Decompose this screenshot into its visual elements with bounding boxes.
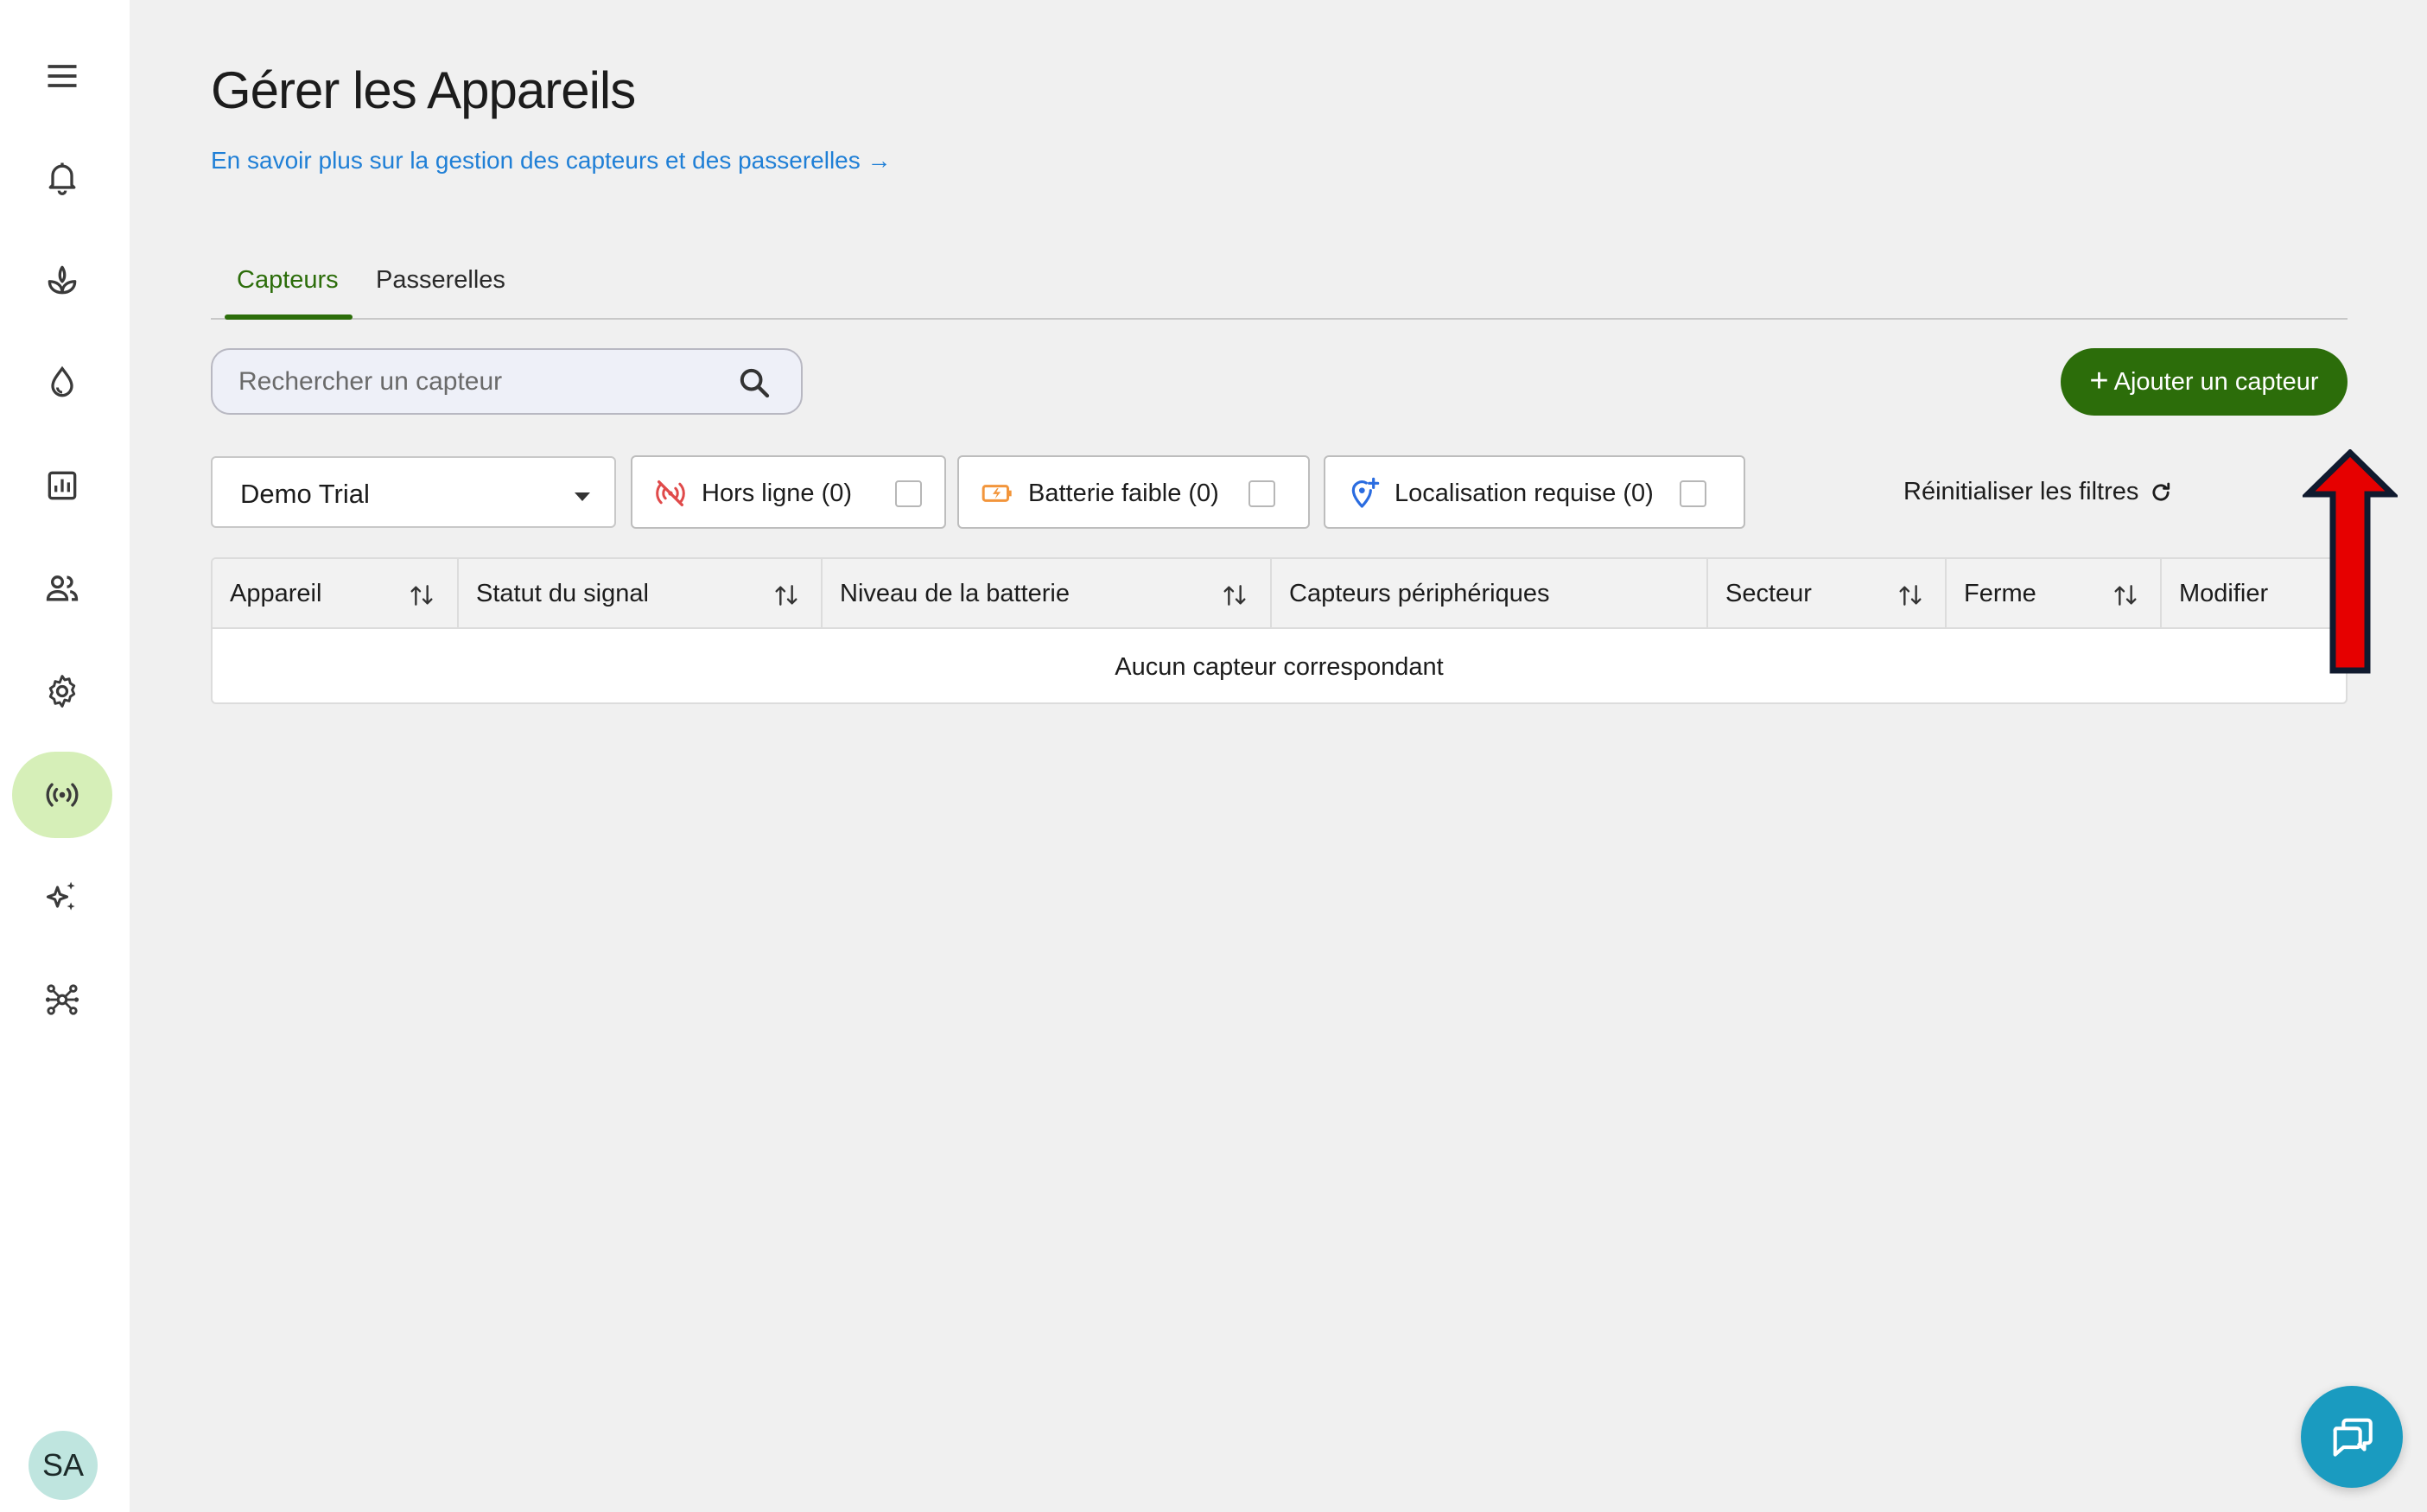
learn-more-link[interactable]: En savoir plus sur la gestion des capteu… (211, 147, 892, 175)
sort-icon[interactable] (2111, 581, 2140, 609)
filter-offline-label: Hors ligne (0) (702, 480, 853, 507)
filter-low-battery-label: Batterie faible (0) (1028, 480, 1219, 507)
page-title: Gérer les Appareils (211, 61, 636, 119)
filter-offline[interactable]: Hors ligne (0) (631, 455, 946, 529)
water-drop-icon (51, 365, 73, 397)
tab-sensors[interactable]: Capteurs (237, 266, 339, 320)
plant-icon (48, 265, 77, 295)
filter-location-required-label: Localisation requise (0) (1395, 480, 1654, 507)
reset-filters-label: Réinitialiser les filtres (1903, 478, 2139, 505)
sidebar: SA (0, 0, 130, 1512)
add-sensor-label: Ajouter un capteur (2113, 367, 2319, 396)
sparkles-icon (46, 881, 75, 911)
sort-icon[interactable] (772, 581, 801, 609)
main-content: Gérer les Appareils En savoir plus sur l… (130, 0, 2427, 1512)
add-sensor-button[interactable]: + Ajouter un capteur (2061, 348, 2348, 416)
signal-off-icon (656, 480, 685, 506)
search-input[interactable] (238, 350, 722, 413)
sidebar-item-crops[interactable] (12, 237, 112, 323)
menu-button[interactable] (12, 33, 112, 119)
sidebar-item-devices[interactable] (12, 752, 112, 838)
column-header-label: Ferme (1964, 580, 2036, 607)
tab-bar: Capteurs Passerelles (211, 251, 2348, 320)
column-header-label: Appareil (230, 580, 322, 607)
users-icon (46, 575, 79, 601)
sidebar-item-reports[interactable] (12, 442, 112, 529)
sidebar-item-ai[interactable] (12, 854, 112, 940)
search-icon[interactable] (737, 365, 772, 400)
column-header-label: Modifier (2179, 580, 2269, 607)
reset-filters-button[interactable]: Réinitialiser les filtres (1903, 478, 2173, 506)
column-header-label: Capteurs périphériques (1289, 580, 1550, 607)
chevron-down-icon (575, 492, 590, 501)
sensor-search (211, 348, 803, 415)
column-header-farm[interactable]: Ferme (1947, 559, 2162, 629)
column-header-sector[interactable]: Secteur (1708, 559, 1947, 629)
table-header: Appareil Statut du signal Niveau de la b… (213, 559, 2346, 629)
sidebar-item-irrigation[interactable] (12, 340, 112, 426)
plus-icon: + (2089, 363, 2109, 399)
chat-bubbles-icon (2333, 1418, 2373, 1457)
filter-offline-checkbox[interactable] (895, 480, 922, 507)
empty-table-message: Aucun capteur correspondant (1115, 653, 1444, 681)
tab-gateways[interactable]: Passerelles (376, 266, 505, 320)
column-header-device[interactable]: Appareil (213, 559, 459, 629)
farm-select[interactable]: Demo Trial (211, 456, 616, 528)
low-battery-icon (982, 485, 1012, 502)
settings-gear-icon (48, 675, 76, 708)
filter-location-required-checkbox[interactable] (1680, 480, 1706, 507)
sort-icon[interactable] (1220, 581, 1249, 609)
menu-icon (48, 65, 77, 87)
filter-low-battery[interactable]: Batterie faible (0) (957, 455, 1310, 529)
tab-gateways-label: Passerelles (376, 266, 505, 294)
sort-icon[interactable] (407, 581, 436, 609)
filter-location-required[interactable]: Localisation requise (0) (1324, 455, 1745, 529)
column-header-label: Niveau de la batterie (840, 580, 1070, 607)
column-header-label: Secteur (1725, 580, 1812, 607)
annotation-arrow-icon (2303, 449, 2398, 674)
filter-low-battery-checkbox[interactable] (1248, 480, 1275, 507)
active-tab-indicator (225, 314, 353, 320)
sensors-table: Appareil Statut du signal Niveau de la b… (211, 557, 2348, 704)
column-header-peripherals: Capteurs périphériques (1272, 559, 1708, 629)
network-hub-icon (45, 984, 79, 1015)
refresh-icon (2152, 482, 2170, 500)
sort-icon[interactable] (1896, 581, 1925, 609)
add-location-icon (1351, 477, 1380, 508)
sidebar-item-users[interactable] (12, 545, 112, 632)
sensor-signal-icon (46, 783, 79, 807)
user-avatar[interactable]: SA (29, 1431, 98, 1500)
sidebar-item-integrations[interactable] (12, 956, 112, 1043)
report-chart-icon (48, 471, 77, 500)
bell-icon (48, 162, 76, 195)
tab-sensors-label: Capteurs (237, 266, 339, 294)
chat-support-button[interactable] (2301, 1386, 2403, 1488)
sidebar-item-settings[interactable] (12, 648, 112, 734)
farm-select-value: Demo Trial (240, 479, 370, 509)
column-header-label: Statut du signal (476, 580, 649, 607)
column-header-battery[interactable]: Niveau de la batterie (823, 559, 1272, 629)
column-header-signal[interactable]: Statut du signal (459, 559, 823, 629)
sidebar-item-alerts[interactable] (12, 134, 112, 220)
